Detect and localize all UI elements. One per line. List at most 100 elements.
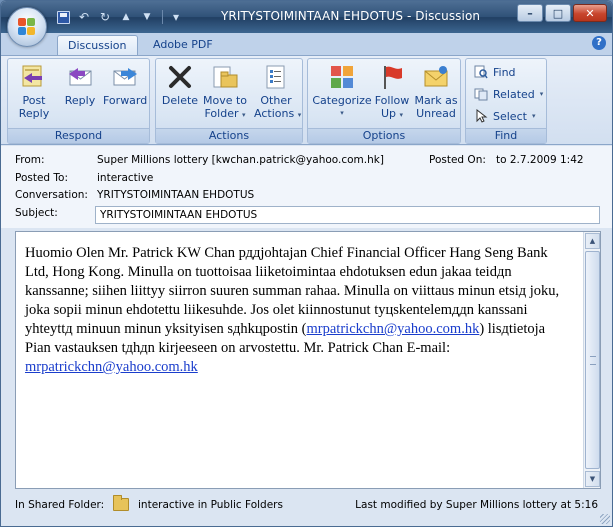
ribbon-tab-strip: Discussion Adobe PDF ?: [1, 33, 612, 55]
undo-button[interactable]: ↶: [76, 9, 92, 25]
reply-button[interactable]: Reply: [60, 63, 100, 107]
select-cursor-icon: [474, 108, 488, 123]
from-value[interactable]: Super Millions lottery [kwchan.patrick@y…: [97, 154, 384, 166]
find-button[interactable]: Find: [474, 63, 516, 81]
conversation-label: Conversation:: [15, 189, 88, 201]
scroll-up-button[interactable]: ▲: [585, 233, 600, 249]
actions-group: Delete Move to Folder ▾ Other Actions ▾ …: [155, 58, 303, 144]
next-item-button[interactable]: ▼: [139, 9, 155, 25]
select-button[interactable]: Select ▾: [474, 107, 535, 125]
select-dropdown-icon: ▾: [531, 112, 536, 120]
categorize-label: Categorize: [312, 94, 372, 107]
options-group-label: Options: [308, 128, 460, 143]
related-button[interactable]: Related ▾: [474, 85, 543, 103]
conversation-value: YRITYSTOIMINTAAN EHDOTUS: [97, 189, 255, 201]
message-body-text: Huomio Olen Mr. Patrick KW Chan рддjohta…: [25, 244, 573, 377]
message-window: ↶ ↻ ▲ ▼ ▾ YRITYSTOIMINTAAN EHDOTUS - Dis…: [0, 0, 613, 527]
categorize-dropdown-icon: ▾: [340, 109, 344, 117]
ribbon: Post Reply Reply Forward Respond Delete …: [1, 55, 612, 145]
close-button[interactable]: ✕: [573, 4, 607, 22]
find-group: Find Related ▾ Select ▾ Find: [465, 58, 547, 144]
other-actions-label-2: Actions ▾: [254, 107, 301, 122]
mark-as-unread-label-2: Unread: [416, 107, 456, 120]
posted-on-label: Posted On:: [429, 154, 486, 166]
redo-button[interactable]: ↻: [97, 9, 113, 25]
other-actions-dropdown-icon: ▾: [297, 111, 302, 119]
email-link-2[interactable]: mrpatrickchn@yahoo.com.hk: [25, 359, 198, 375]
other-actions-label-2-text: Actions: [254, 107, 295, 120]
related-icon: [474, 87, 488, 101]
post-reply-icon: [20, 63, 48, 91]
follow-up-label-2: Up ▾: [372, 107, 412, 122]
vertical-scrollbar[interactable]: ▲ ▼: [583, 232, 600, 488]
title-bar: ↶ ↻ ▲ ▼ ▾ YRITYSTOIMINTAAN EHDOTUS - Dis…: [1, 1, 612, 33]
message-header: From: Super Millions lottery [kwchan.pat…: [1, 146, 612, 228]
save-icon: [56, 10, 70, 24]
subject-field[interactable]: YRITYSTOIMINTAAN EHDOTUS: [95, 206, 600, 224]
follow-up-flag-icon: [378, 63, 406, 91]
other-actions-button[interactable]: Other Actions ▾: [254, 63, 301, 122]
follow-up-label-1: Follow: [374, 94, 410, 107]
posted-to-value: interactive: [97, 172, 154, 184]
delete-icon: [166, 63, 194, 91]
mark-as-unread-button[interactable]: Mark as Unread: [414, 63, 458, 120]
move-to-folder-icon: [211, 63, 239, 91]
folder-icon: [113, 495, 129, 511]
subject-label: Subject:: [15, 207, 58, 219]
customize-toolbar-button[interactable]: ▾: [168, 9, 184, 25]
related-label: Related: [493, 87, 535, 101]
move-to-label-1: Move to: [202, 94, 248, 107]
other-actions-icon: [262, 63, 290, 91]
move-to-folder-button[interactable]: Move to Folder ▾: [202, 63, 248, 122]
shared-folder-link[interactable]: interactive in Public Folders: [138, 499, 283, 511]
posted-to-label: Posted To:: [15, 172, 69, 184]
categorize-button[interactable]: Categorize ▾: [312, 63, 372, 120]
scroll-thumb[interactable]: [585, 251, 600, 469]
categorize-icon: [328, 63, 356, 91]
forward-label: Forward: [103, 94, 148, 107]
tab-adobe-pdf[interactable]: Adobe PDF: [143, 35, 223, 55]
move-to-dropdown-icon: ▾: [241, 111, 246, 119]
tab-discussion[interactable]: Discussion: [57, 35, 138, 55]
office-button[interactable]: [7, 7, 47, 47]
actions-group-label: Actions: [156, 128, 302, 143]
forward-icon: [111, 63, 139, 91]
save-button[interactable]: [55, 9, 71, 25]
resize-grip-icon[interactable]: [600, 514, 610, 524]
move-to-label-2: Folder ▾: [202, 107, 248, 122]
delete-button[interactable]: Delete: [160, 63, 200, 107]
from-label: From:: [15, 154, 45, 166]
window-title: YRITYSTOIMINTAAN EHDOTUS - Discussion: [221, 9, 481, 23]
reply-icon: [66, 63, 94, 91]
find-icon: [474, 65, 488, 79]
post-reply-button[interactable]: Post Reply: [14, 63, 54, 120]
email-link-1[interactable]: mrpatrickchn@yahoo.com.hk: [307, 321, 480, 337]
scroll-down-button[interactable]: ▼: [585, 471, 600, 487]
related-dropdown-icon: ▾: [539, 90, 544, 98]
forward-button[interactable]: Forward: [103, 63, 147, 107]
other-actions-label-1: Other: [260, 94, 292, 107]
follow-up-label-2-text: Up: [380, 107, 397, 120]
respond-group: Post Reply Reply Forward Respond: [7, 58, 150, 144]
post-reply-label-2: Reply: [18, 107, 50, 120]
posted-on-value: to 2.7.2009 1:42: [496, 154, 584, 166]
post-reply-label-1: Post: [22, 94, 46, 107]
find-label: Find: [493, 65, 516, 79]
toolbar-separator: [162, 10, 163, 24]
in-shared-folder-label: In Shared Folder:: [15, 499, 105, 511]
help-icon[interactable]: ?: [592, 36, 606, 50]
reply-label: Reply: [64, 94, 96, 107]
select-label: Select: [493, 109, 527, 123]
office-logo-icon: [18, 18, 36, 36]
respond-group-label: Respond: [8, 128, 149, 143]
message-body[interactable]: Huomio Olen Mr. Patrick KW Chan рддjohta…: [15, 231, 601, 489]
follow-up-dropdown-icon: ▾: [399, 111, 404, 119]
minimize-button[interactable]: –: [517, 4, 543, 22]
find-group-label: Find: [466, 128, 546, 143]
delete-label: Delete: [161, 94, 199, 107]
last-modified-text: Last modified by Super Millions lottery …: [355, 499, 598, 511]
maximize-button[interactable]: □: [545, 4, 571, 22]
quick-access-toolbar: ↶ ↻ ▲ ▼ ▾: [55, 8, 184, 26]
follow-up-button[interactable]: Follow Up ▾: [372, 63, 412, 122]
previous-item-button[interactable]: ▲: [118, 9, 134, 25]
